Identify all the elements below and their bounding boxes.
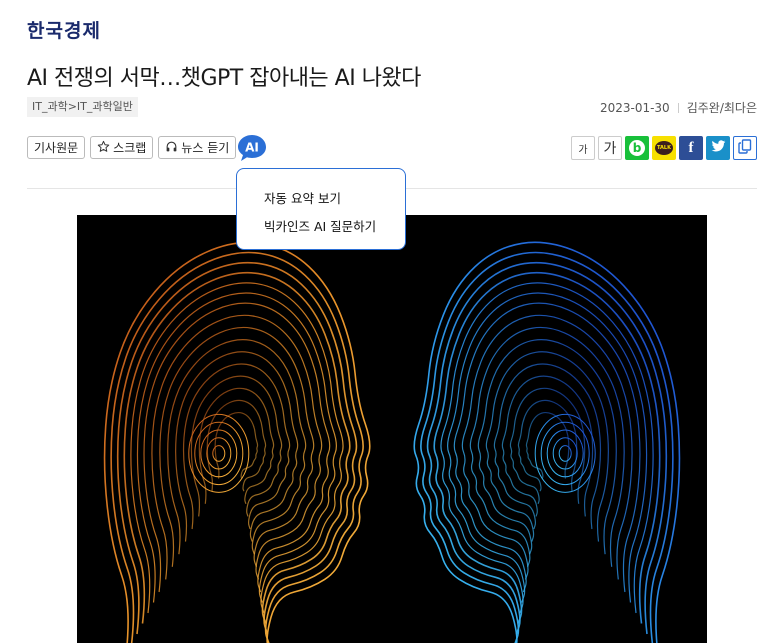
font-size-small-label: 가 <box>578 144 588 156</box>
article-headline: AI 전쟁의 서막…챗GPT 잡아내는 AI 나왔다 <box>27 66 421 91</box>
ai-menu-popup: 자동 요약 보기 빅카인즈 AI 질문하기 <box>236 168 406 250</box>
scrap-button[interactable]: 스크랩 <box>90 136 154 159</box>
ear-contour <box>212 445 226 462</box>
kakaotalk-icon: TALK <box>655 141 673 155</box>
contour-line <box>440 282 654 614</box>
copy-icon <box>738 139 752 157</box>
blog-icon: b <box>629 140 645 156</box>
ai-button-label: AI <box>245 141 259 155</box>
contour-line <box>110 251 364 643</box>
contour-line <box>469 326 625 567</box>
ear-contour <box>552 437 578 470</box>
copy-link-button[interactable] <box>733 136 757 160</box>
twitter-icon <box>711 140 726 156</box>
contour-line <box>198 387 275 504</box>
original-article-button[interactable]: 기사원문 <box>27 136 86 159</box>
contour-line <box>477 339 617 555</box>
contour-line <box>509 387 586 504</box>
scrap-label: 스크랩 <box>113 141 147 155</box>
contour-line <box>433 271 661 624</box>
contour-line <box>206 399 267 492</box>
kakaotalk-share-button[interactable]: TALK <box>652 136 676 160</box>
ai-button[interactable]: AI <box>237 134 267 162</box>
publish-date: 2023-01-30 <box>599 100 670 115</box>
star-icon <box>97 140 110 156</box>
author-names[interactable]: 김주완/최다은 <box>687 99 757 116</box>
headphones-icon <box>165 140 178 156</box>
contour-line <box>167 339 307 555</box>
orange-face-contours <box>103 241 371 643</box>
contour-line <box>426 261 668 635</box>
contour-line <box>517 399 578 492</box>
contour-line <box>175 351 299 542</box>
contour-line <box>453 302 641 593</box>
publisher-logo[interactable]: 한국경제 <box>27 16 101 43</box>
twitter-share-button[interactable] <box>706 136 730 160</box>
contour-line <box>143 302 331 593</box>
kakaotalk-icon-label: TALK <box>657 144 671 151</box>
contour-line <box>130 282 344 614</box>
original-article-label: 기사원문 <box>34 141 79 155</box>
blue-face-contours <box>413 241 681 643</box>
listen-news-label: 뉴스 듣기 <box>181 141 230 155</box>
contour-line <box>420 251 674 643</box>
blog-icon-label: b <box>632 141 642 155</box>
article-toolbar: 기사원문 스크랩 뉴스 듣기 <box>27 136 237 159</box>
contour-line <box>485 351 609 542</box>
facebook-share-button[interactable]: f <box>679 136 703 160</box>
listen-news-button[interactable]: 뉴스 듣기 <box>158 136 237 159</box>
font-size-large-label: 가 <box>603 141 617 157</box>
naver-blog-share-button[interactable]: b <box>625 136 649 160</box>
auto-summary-menu-item[interactable]: 자동 요약 보기 <box>264 188 341 207</box>
contour-line <box>123 271 351 624</box>
font-size-large-button[interactable]: 가 <box>598 136 622 160</box>
category-badge[interactable]: IT_과학>IT_과학일반 <box>27 97 138 117</box>
contour-line <box>159 326 315 567</box>
font-size-small-button[interactable]: 가 <box>571 136 595 160</box>
contour-line <box>116 261 358 635</box>
ear-contour <box>206 437 232 470</box>
share-toolbar: 가 가 b TALK f <box>571 136 757 160</box>
article-image <box>77 215 707 643</box>
article-meta: 2023-01-30 김주완/최다은 <box>600 99 757 116</box>
meta-divider <box>677 102 679 113</box>
facebook-icon: f <box>688 139 694 156</box>
bigkinds-ai-question-menu-item[interactable]: 빅카인즈 AI 질문하기 <box>264 216 376 235</box>
ear-contour <box>558 445 572 462</box>
